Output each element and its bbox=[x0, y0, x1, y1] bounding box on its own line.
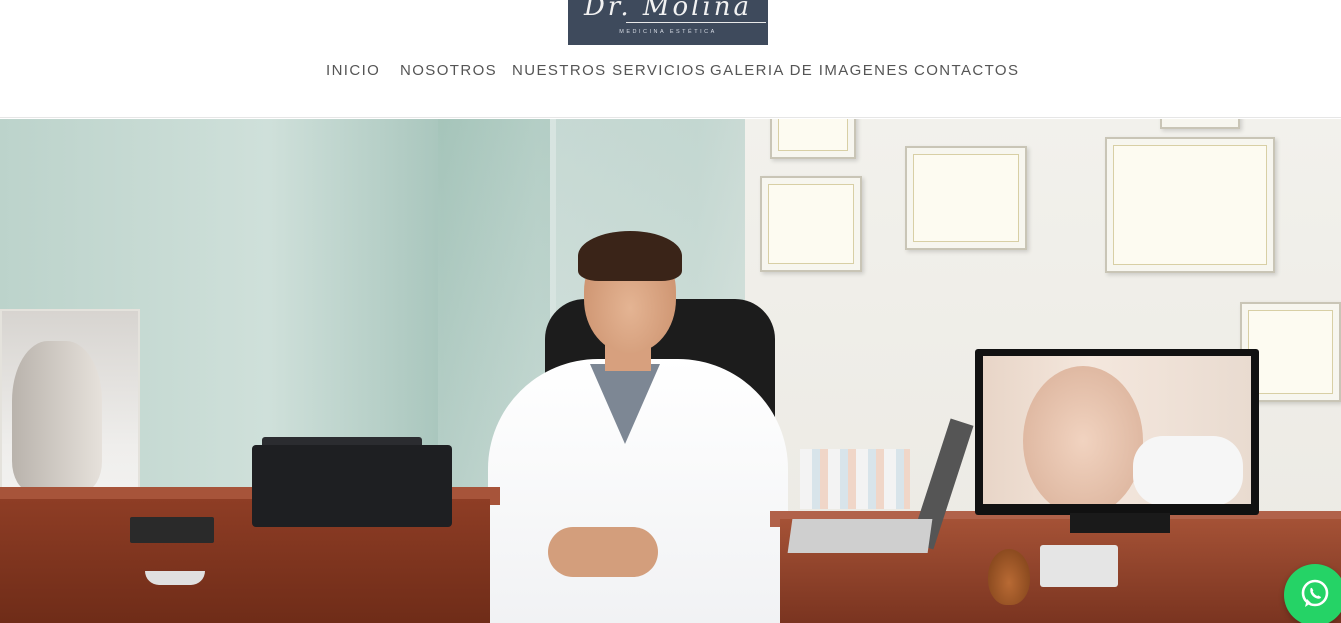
whatsapp-button[interactable] bbox=[1284, 564, 1341, 623]
main-nav: INICIO NOSOTROS NUESTROS SERVICIOS GALER… bbox=[0, 62, 1341, 84]
framed-certificate bbox=[770, 119, 856, 159]
drawer-handle bbox=[145, 571, 205, 585]
monitor-screen-image bbox=[983, 356, 1251, 504]
laptop bbox=[787, 519, 933, 553]
medicine-boxes bbox=[800, 449, 910, 509]
doctor-hair bbox=[578, 231, 682, 281]
logo-script-text: Dr. Molina bbox=[583, 0, 753, 22]
doctor-hands bbox=[548, 527, 658, 577]
logo[interactable]: Dr. Molina MEDICINA ESTÉTICA bbox=[568, 0, 768, 45]
nav-item-nuestros-servicios[interactable]: NUESTROS SERVICIOS bbox=[512, 62, 706, 79]
nav-item-contactos[interactable]: CONTACTOS bbox=[914, 62, 1019, 79]
framed-certificate bbox=[1160, 119, 1240, 129]
nav-item-inicio[interactable]: INICIO bbox=[326, 62, 380, 79]
patient-face bbox=[1023, 366, 1143, 504]
nav-item-nosotros[interactable]: NOSOTROS bbox=[400, 62, 497, 79]
site-header: Dr. Molina MEDICINA ESTÉTICA INICIO NOSO… bbox=[0, 0, 1341, 118]
nav-item-galeria-de-imagenes[interactable]: GALERIA DE IMAGENES bbox=[710, 62, 909, 79]
logo-underline bbox=[626, 22, 766, 23]
framed-certificate bbox=[760, 176, 862, 272]
vase bbox=[988, 549, 1030, 605]
hero-image-doctor-office bbox=[0, 119, 1341, 623]
framed-certificate bbox=[1105, 137, 1275, 273]
gloved-hand-syringe bbox=[1133, 436, 1243, 504]
monitor-stand bbox=[1070, 513, 1170, 533]
printer bbox=[252, 445, 452, 527]
notebook bbox=[130, 517, 214, 543]
logo-subtitle: MEDICINA ESTÉTICA bbox=[619, 29, 717, 35]
whatsapp-icon bbox=[1301, 579, 1329, 607]
framed-certificate bbox=[905, 146, 1027, 250]
speaker-device bbox=[1040, 545, 1118, 587]
